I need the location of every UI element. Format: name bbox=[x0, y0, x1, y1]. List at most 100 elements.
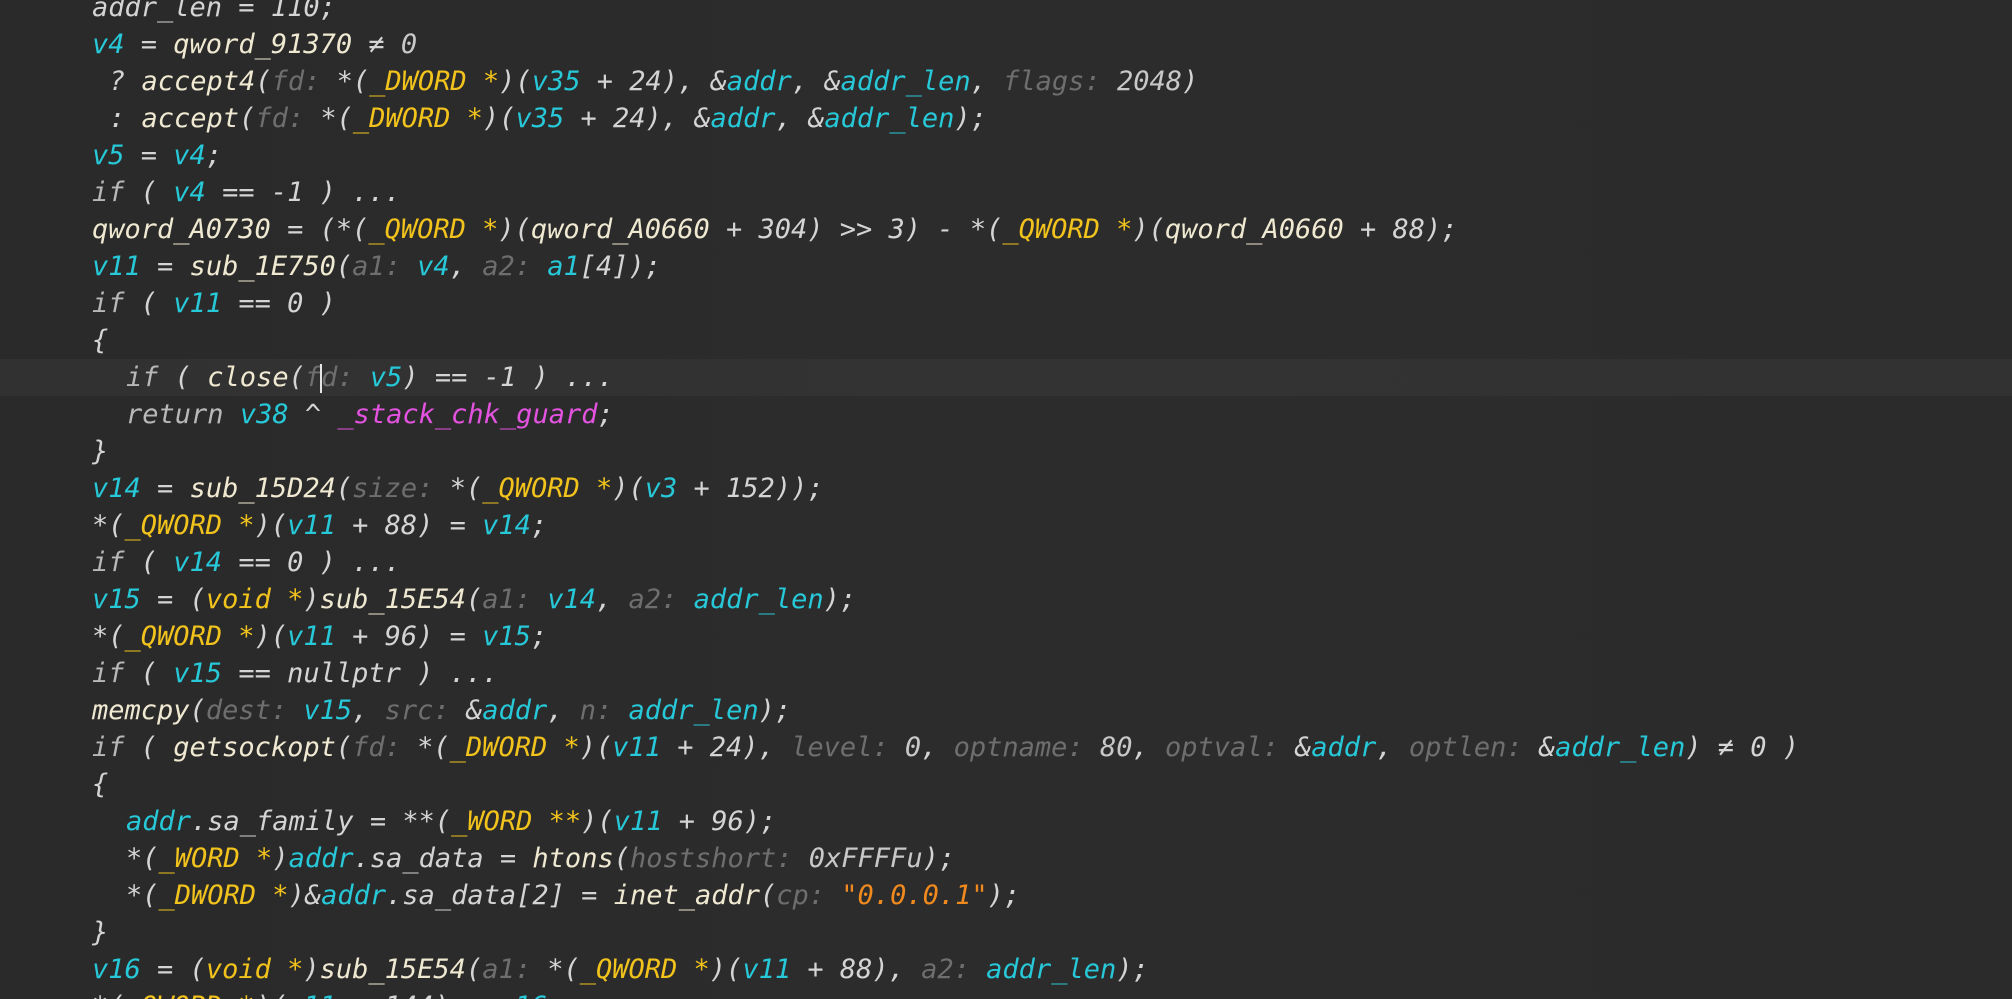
code-line[interactable]: *(_DWORD *)&addr.sa_data[2] = inet_addr(… bbox=[0, 877, 2012, 914]
code-token: a1 bbox=[547, 251, 580, 282]
code-token: accept4 bbox=[141, 66, 256, 97]
code-line-text: v16 = (void *)sub_15E54(a1: *(_QWORD *)(… bbox=[92, 951, 1149, 988]
code-token: 2048 bbox=[1116, 66, 1182, 97]
code-line[interactable]: addr_len = 110; bbox=[0, 0, 2012, 26]
code-token: == 0 ) ... bbox=[222, 547, 401, 578]
code-line[interactable]: *(_WORD *)addr.sa_data = htons(hostshort… bbox=[0, 840, 2012, 877]
code-line[interactable]: v14 = sub_15D24(size: *(_QWORD *)(v3 + 1… bbox=[0, 470, 2012, 507]
code-token: v11 bbox=[612, 732, 662, 763]
code-token: ( bbox=[124, 547, 174, 578]
code-line-text: v11 = sub_1E750(a1: v4, a2: a1[4]); bbox=[92, 248, 661, 285]
code-token: ; bbox=[205, 140, 223, 171]
code-token: ( bbox=[124, 732, 174, 763]
code-line[interactable]: qword_A0730 = (*(_QWORD *)(qword_A0660 +… bbox=[0, 211, 2012, 248]
code-line[interactable]: v15 = (void *)sub_15E54(a1: v14, a2: add… bbox=[0, 581, 2012, 618]
code-line[interactable]: if ( v14 == 0 ) ... bbox=[0, 544, 2012, 581]
code-token: ( bbox=[335, 251, 353, 282]
code-token: ( bbox=[158, 362, 208, 393]
code-token: v4 bbox=[92, 29, 125, 60]
code-line-text: if ( getsockopt(fd: *(_DWORD *)(v11 + 24… bbox=[92, 729, 1799, 766]
code-line-text: return v38 ^ _stack_chk_guard; bbox=[126, 396, 614, 433]
code-token: )( bbox=[579, 732, 613, 763]
code-line-text: v5 = v4; bbox=[92, 137, 222, 174]
code-line[interactable]: if ( v15 == nullptr ) ... bbox=[0, 655, 2012, 692]
code-token: + 304) >> 3) - *( bbox=[709, 214, 1003, 245]
code-token: ( bbox=[613, 843, 630, 874]
code-token: , & bbox=[775, 103, 825, 134]
code-token: addr bbox=[126, 806, 192, 837]
code-line-text: v14 = sub_15D24(size: *(_QWORD *)(v3 + 1… bbox=[92, 470, 824, 507]
code-token: ) bbox=[1181, 66, 1199, 97]
code-token: if bbox=[126, 362, 159, 393]
code-token: = bbox=[124, 29, 174, 60]
code-line[interactable]: : accept(fd: *(_DWORD *)(v35 + 24), &add… bbox=[0, 100, 2012, 137]
code-token: _stack_chk_guard bbox=[337, 399, 598, 430]
code-token: fd bbox=[304, 362, 338, 393]
code-token: *( bbox=[547, 954, 580, 985]
code-token: ? bbox=[109, 66, 142, 97]
code-line[interactable]: *(_QWORD *)(v11 + 96) = v15; bbox=[0, 618, 2012, 655]
code-token: = bbox=[124, 140, 174, 171]
code-token: ( bbox=[288, 362, 305, 393]
code-token: ( bbox=[189, 695, 206, 726]
code-line[interactable]: memcpy(dest: v15, src: &addr, n: addr_le… bbox=[0, 692, 2012, 729]
code-line[interactable]: addr.sa_family = **(_WORD **)(v11 + 96); bbox=[0, 803, 2012, 840]
code-line-text: if ( v4 == -1 ) ... bbox=[92, 174, 401, 211]
code-token: ( bbox=[255, 66, 272, 97]
code-token: )( bbox=[254, 510, 288, 541]
code-token: ; bbox=[530, 510, 548, 541]
code-token: ) bbox=[272, 843, 289, 874]
code-token: hostshort: bbox=[629, 843, 809, 874]
code-token: addr bbox=[288, 843, 354, 874]
code-token: v4 bbox=[417, 251, 450, 282]
code-token: sub_1E750 bbox=[189, 251, 336, 282]
code-token: a2: bbox=[482, 251, 548, 282]
code-line[interactable]: } bbox=[0, 433, 2012, 470]
code-token: v16 bbox=[498, 991, 547, 999]
code-line[interactable]: { bbox=[0, 322, 2012, 359]
code-token: qword_A0660 bbox=[530, 214, 710, 245]
code-line-text: addr_len = 110; bbox=[92, 0, 336, 26]
code-token: *( bbox=[92, 510, 125, 541]
code-line-text: *(_WORD *)addr.sa_data = htons(hostshort… bbox=[126, 840, 955, 877]
code-token: = bbox=[140, 251, 190, 282]
code-token: cp: bbox=[776, 880, 842, 911]
code-token: memcpy bbox=[92, 695, 190, 726]
code-line[interactable]: if ( close(fd: v5) == -1 ) ... bbox=[0, 359, 2012, 396]
code-line[interactable]: ? accept4(fd: *(_DWORD *)(v35 + 24), &ad… bbox=[0, 63, 2012, 100]
code-line[interactable]: if ( v11 == 0 ) bbox=[0, 285, 2012, 322]
code-token: addr bbox=[321, 880, 387, 911]
code-line[interactable]: v11 = sub_1E750(a1: v4, a2: a1[4]); bbox=[0, 248, 2012, 285]
code-line[interactable]: v5 = v4; bbox=[0, 137, 2012, 174]
code-token: if bbox=[92, 547, 125, 578]
code-line[interactable]: { bbox=[0, 766, 2012, 803]
code-line[interactable]: return v38 ^ _stack_chk_guard; bbox=[0, 396, 2012, 433]
code-token: ) bbox=[303, 584, 320, 615]
code-token: close bbox=[207, 362, 289, 393]
code-token: + 88); bbox=[1343, 214, 1458, 245]
code-token: sub_15E54 bbox=[319, 584, 466, 615]
code-line[interactable]: if ( getsockopt(fd: *(_DWORD *)(v11 + 24… bbox=[0, 729, 2012, 766]
code-line[interactable]: *(_QWORD *)(v11 + 144) = v16; bbox=[0, 988, 2012, 999]
code-token: ( bbox=[465, 954, 483, 985]
code-token: _DWORD * bbox=[369, 66, 500, 97]
code-line[interactable]: if ( v4 == -1 ) ... bbox=[0, 174, 2012, 211]
code-token: + 144) = bbox=[336, 991, 499, 999]
code-line[interactable]: v4 = qword_91370 ≠ 0 bbox=[0, 26, 2012, 63]
code-token: 0xFFFFu bbox=[808, 843, 923, 874]
code-editor[interactable]: addr_len = 110; v4 = qword_91370 ≠ 0? acc… bbox=[0, 0, 2012, 999]
code-token: if bbox=[92, 288, 125, 319]
code-token: ); bbox=[922, 843, 956, 874]
code-token: ) bbox=[303, 954, 320, 985]
code-token: flags: bbox=[1003, 66, 1117, 97]
code-token: addr_len bbox=[986, 954, 1117, 985]
code-line[interactable]: *(_QWORD *)(v11 + 88) = v14; bbox=[0, 507, 2012, 544]
code-line[interactable]: } bbox=[0, 914, 2012, 951]
code-token: + 88), bbox=[791, 954, 922, 985]
code-line-text: if ( v11 == 0 ) bbox=[92, 285, 336, 322]
code-token: )( bbox=[612, 473, 645, 504]
code-line[interactable]: v16 = (void *)sub_15E54(a1: *(_QWORD *)(… bbox=[0, 951, 2012, 988]
code-token: [4]); bbox=[579, 251, 662, 282]
code-token: accept bbox=[141, 103, 240, 134]
code-token: inet_addr bbox=[613, 880, 760, 911]
